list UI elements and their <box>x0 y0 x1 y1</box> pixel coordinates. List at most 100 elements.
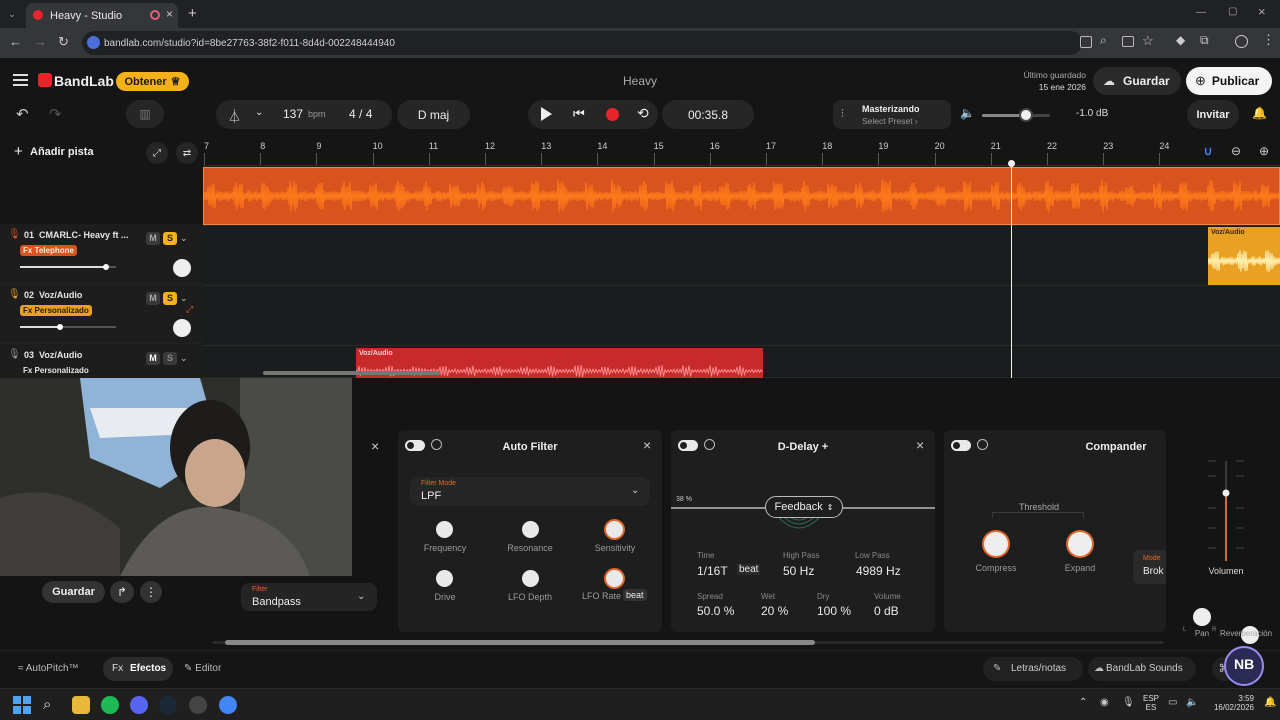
compander-toggle[interactable] <box>951 440 971 451</box>
track-fx-badge[interactable]: Fx Personalizado <box>20 305 92 316</box>
track-chevron-down-icon[interactable]: ⌄ <box>180 293 188 303</box>
track-volume-slider[interactable] <box>20 264 116 270</box>
track-fx-badge[interactable]: Fx Personalizado <box>20 365 92 376</box>
close-window-icon[interactable]: × <box>1258 4 1266 19</box>
lfo-rate-unit[interactable]: beat <box>623 589 647 601</box>
share-icon[interactable]: ↱ <box>110 581 134 603</box>
lfo-rate-knob[interactable] <box>606 570 623 587</box>
more-options-icon[interactable]: ⋮ <box>140 581 162 603</box>
track-chevron-down-icon[interactable]: ⌄ <box>180 353 188 363</box>
bandlab-sounds-button[interactable]: ☁ BandLab Sounds <box>1088 657 1196 681</box>
tray-chevron-icon[interactable]: ⌃ <box>1079 697 1087 708</box>
track-lane-2[interactable]: Voz/Audio <box>203 226 1280 286</box>
skip-back-icon[interactable]: ⏮ <box>573 107 585 121</box>
track-header-1[interactable]: 🎙 01 CMARLC- Heavy ft ... M S ⌄ Fx Telephone <box>0 224 203 284</box>
time-signature[interactable]: 4 / 4 <box>349 107 372 121</box>
dry-value[interactable]: 100 % <box>817 604 851 618</box>
highpass-value[interactable]: 50 Hz <box>783 564 814 578</box>
play-icon[interactable] <box>541 107 552 121</box>
audio-clip-1[interactable] <box>203 167 1280 225</box>
track-header-2[interactable]: 🎙 02 Voz/Audio M S ⌄ Fx Personalizado ⤢ <box>0 284 203 344</box>
solo-button[interactable]: S <box>163 351 177 365</box>
editor-tab[interactable]: ✎ Editor <box>184 663 221 674</box>
mute-button[interactable]: M <box>146 231 160 245</box>
track-name[interactable]: 02 Voz/Audio <box>24 290 82 300</box>
automation-link-icon[interactable]: ⤢ <box>186 304 193 315</box>
forward-icon[interactable]: → <box>34 34 47 49</box>
audio-clip-2[interactable]: Voz/Audio <box>1208 227 1280 285</box>
compander-info-icon[interactable] <box>977 439 988 450</box>
resonance-knob[interactable] <box>522 521 539 538</box>
d-delay-toggle[interactable] <box>678 440 698 451</box>
expand-knob[interactable] <box>1068 532 1092 556</box>
track-lane-1[interactable] <box>203 166 1280 226</box>
track-chevron-down-icon[interactable]: ⌄ <box>180 233 188 243</box>
track-lane-3[interactable] <box>203 286 1280 346</box>
chrome-icon[interactable] <box>219 696 237 714</box>
windows-start-icon[interactable] <box>13 696 31 714</box>
autopitch-tab[interactable]: ≈ AutoPitch™ <box>18 663 79 674</box>
bookmark-star-icon[interactable]: ☆ <box>1142 33 1154 49</box>
restore-icon[interactable]: ▢ <box>1228 6 1237 17</box>
profile-icon[interactable] <box>1235 35 1248 48</box>
notifications-bell-icon[interactable]: 🔔 <box>1252 106 1267 120</box>
master-volume-slider[interactable] <box>982 108 1050 122</box>
tray-discord-icon[interactable]: ◉ <box>1100 697 1109 708</box>
automation-icon[interactable]: ⤢ <box>146 142 168 164</box>
cast-icon[interactable] <box>1122 36 1134 47</box>
sensitivity-knob[interactable] <box>606 521 623 538</box>
close-d-delay-icon[interactable]: × <box>916 437 924 453</box>
minimize-icon[interactable]: — <box>1196 7 1206 18</box>
steam-icon[interactable] <box>159 696 177 714</box>
publish-button[interactable]: ⊕ Publicar <box>1186 67 1272 95</box>
key-selector[interactable]: D maj <box>397 100 470 129</box>
add-track-button[interactable]: Añadir pista <box>30 146 94 158</box>
language-indicator[interactable]: ESP ES <box>1143 694 1159 712</box>
tracks-settings-icon[interactable]: ⇄ <box>176 142 198 164</box>
close-auto-filter-icon[interactable]: × <box>643 437 651 453</box>
track-fx-badge[interactable]: Fx Telephone <box>20 245 77 256</box>
piano-icon[interactable]: ▥ <box>126 100 164 128</box>
auto-filter-toggle[interactable] <box>405 440 425 451</box>
delay-info-icon[interactable] <box>704 439 715 450</box>
invite-button[interactable]: Invitar <box>1187 100 1239 129</box>
file-explorer-icon[interactable] <box>72 696 90 714</box>
track-pan-knob[interactable] <box>173 319 191 337</box>
volume-fader[interactable] <box>1206 456 1246 566</box>
track-name[interactable]: 01 CMARLC- Heavy ft ... <box>24 230 129 240</box>
info-icon[interactable] <box>431 439 442 450</box>
effects-scrollbar[interactable] <box>213 638 1163 646</box>
redo-icon[interactable]: ↷ <box>49 105 62 123</box>
zoom-icon[interactable]: ⌕ <box>1100 33 1107 48</box>
track-name[interactable]: 03 Voz/Audio <box>24 350 82 360</box>
delay-volume-value[interactable]: 0 dB <box>874 604 899 618</box>
metronome-icon[interactable]: ⏃ <box>228 106 241 125</box>
solo-button[interactable]: S <box>163 231 177 245</box>
menu-icon[interactable] <box>13 74 28 86</box>
mastering-button[interactable]: ⫶ Masterizando Select Preset › <box>833 100 951 129</box>
timeline-ruler[interactable]: 7 8 9 10 11 12 13 14 15 16 17 18 19 20 21 22 23 24 <box>203 138 1280 166</box>
compress-knob[interactable] <box>984 532 1008 556</box>
obs-icon[interactable] <box>189 696 207 714</box>
tab-list-icon[interactable]: ⌄ <box>5 7 19 21</box>
lyrics-button[interactable]: ✎ Letras/notas <box>983 657 1083 681</box>
zoom-in-icon[interactable]: ⊕ <box>1259 144 1269 158</box>
reader-mode-icon[interactable] <box>1080 36 1092 48</box>
filter-mode-select[interactable]: Filter Mode LPF ⌄ <box>410 477 650 506</box>
lowpass-value[interactable]: 4989 Hz <box>856 564 901 578</box>
lfo-depth-knob[interactable] <box>522 570 539 587</box>
metronome-dropdown-icon[interactable]: ⌄ <box>255 107 263 118</box>
network-icon[interactable]: ▭ <box>1168 697 1177 708</box>
compander-mode-select[interactable]: Mode Brok <box>1133 550 1166 584</box>
new-tab-icon[interactable]: + <box>188 5 197 22</box>
clock[interactable]: 3:59 16/02/2026 <box>1204 694 1254 712</box>
wet-value[interactable]: 20 % <box>761 604 788 618</box>
site-info-icon[interactable] <box>87 36 100 49</box>
pan-knob[interactable] <box>1193 608 1211 626</box>
mute-button[interactable]: M <box>146 351 160 365</box>
frequency-knob[interactable] <box>436 521 453 538</box>
effects-tab[interactable]: Fx Efectos <box>103 657 173 681</box>
volume-tray-icon[interactable]: 🔈 <box>1186 697 1198 708</box>
get-membership-button[interactable]: Obtener ♕ <box>116 72 189 91</box>
delay-time-value[interactable]: 1/16T <box>697 564 728 578</box>
